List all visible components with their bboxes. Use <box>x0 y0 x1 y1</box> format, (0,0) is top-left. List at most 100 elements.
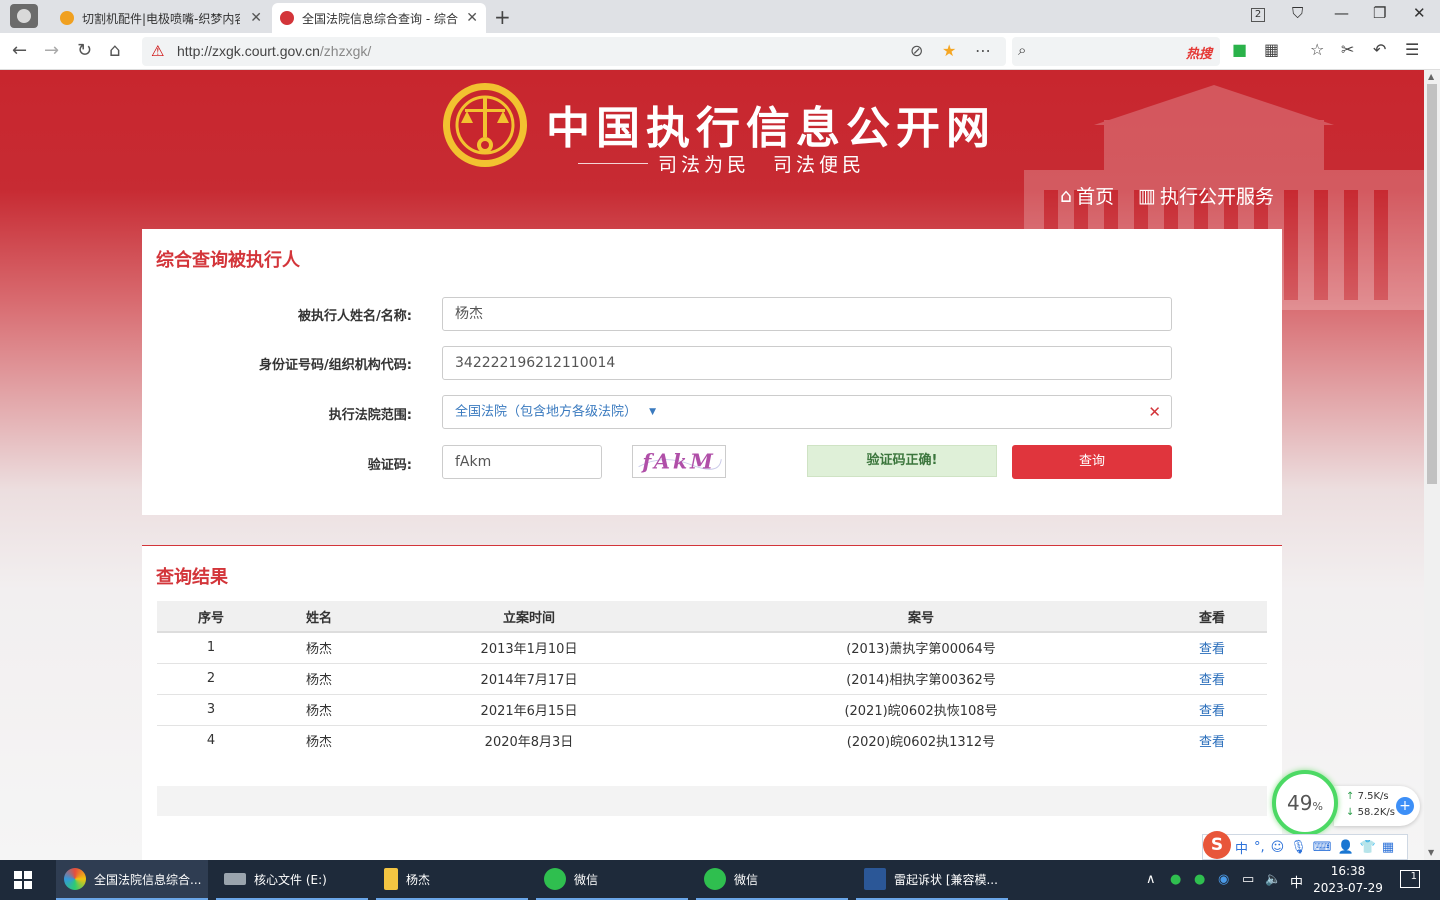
notification-count: 1 <box>1410 871 1417 882</box>
tab-title: 切割机配件|电极喷嘴-织梦内容 <box>82 11 240 26</box>
tray-wechat-icon[interactable]: ● <box>1170 872 1181 887</box>
tab-close-icon[interactable]: ✕ <box>466 10 478 26</box>
grid-icon[interactable]: ▦ <box>1382 840 1394 855</box>
insecure-site-icon[interactable]: ⚠ <box>151 42 164 60</box>
reload-button[interactable]: ↻ <box>77 40 92 61</box>
boost-plus-icon[interactable]: + <box>1396 797 1414 815</box>
court-label: 执行法院范围: <box>328 408 412 423</box>
extension-icon[interactable]: ■ <box>1232 40 1247 59</box>
browser-tab-1[interactable]: 切割机配件|电极喷嘴-织梦内容 ✕ <box>52 3 270 33</box>
results-panel: 查询结果 序号 姓名 立案时间 案号 查看 1 杨杰 2013年1月10日 (2… <box>142 545 1282 860</box>
scissors-icon[interactable]: ✂ <box>1341 40 1354 59</box>
tab-count-badge[interactable]: 2 <box>1251 8 1265 22</box>
taskbar-item-wechat-2[interactable]: 微信 <box>696 860 848 900</box>
tray-app-icon[interactable]: ◉ <box>1218 872 1229 887</box>
windows-start-icon[interactable] <box>14 871 32 889</box>
tab-favicon-icon <box>60 11 74 25</box>
favorites-icon[interactable]: ☆ <box>1310 40 1324 59</box>
new-tab-button[interactable]: + <box>494 5 511 29</box>
pagination-bar <box>157 786 1267 816</box>
user-icon[interactable]: 👤 <box>1338 840 1354 855</box>
undo-icon[interactable]: ↶ <box>1373 40 1386 59</box>
slogan-text: 司法为民 司法便民 <box>658 154 866 176</box>
tray-wechat-icon[interactable]: ● <box>1194 872 1205 887</box>
minimize-button[interactable]: — <box>1334 4 1349 22</box>
folder-icon <box>384 868 398 890</box>
court-select[interactable]: 全国法院（包含地方各级法院） ▼ ✕ <box>442 395 1172 429</box>
cell-date: 2020年8月3日 <box>484 735 574 751</box>
captcha-input[interactable]: fAkm <box>442 445 602 479</box>
browser-app-icon <box>64 868 86 890</box>
nav-home-link[interactable]: ⌂ 首页 <box>1060 182 1114 209</box>
sogou-logo-icon[interactable]: S <box>1203 831 1231 859</box>
apps-grid-icon[interactable]: ▦ <box>1264 40 1279 59</box>
tab-pin-icon[interactable]: ⛉ <box>1292 4 1303 22</box>
table-row: 4 杨杰 2020年8月3日 (2020)皖0602执1312号 查看 <box>157 725 1267 756</box>
close-window-button[interactable]: ✕ <box>1413 4 1426 22</box>
chevron-down-icon[interactable]: ▼ <box>649 407 656 417</box>
microphone-icon[interactable]: 🎙 <box>1290 840 1307 855</box>
col-header-case: 案号 <box>685 601 1157 633</box>
table-header-row: 序号 姓名 立案时间 案号 查看 <box>157 601 1267 633</box>
compass-icon[interactable]: ⊘ <box>910 41 923 60</box>
query-button[interactable]: 查询 <box>1012 445 1172 479</box>
keyboard-icon[interactable]: ⌨ <box>1313 840 1332 855</box>
memory-percent-unit: % <box>1312 800 1323 813</box>
memory-percent-gauge[interactable]: 49% <box>1272 770 1338 836</box>
more-icon[interactable]: ⋯ <box>975 41 991 60</box>
id-input[interactable]: 342222196212110014 <box>442 346 1172 380</box>
volume-icon[interactable]: 🔈 <box>1265 872 1281 887</box>
taskbar-item-wechat-1[interactable]: 微信 <box>536 860 688 900</box>
clear-icon[interactable]: ✕ <box>1148 396 1161 428</box>
hot-search-label[interactable]: 热搜 <box>1186 43 1212 62</box>
tab-close-icon[interactable]: ✕ <box>250 10 262 26</box>
notification-center-icon[interactable]: 1 <box>1400 870 1420 888</box>
scroll-down-icon[interactable]: ▼ <box>1428 848 1434 857</box>
punctuation-icon[interactable]: °, <box>1254 840 1265 855</box>
browser-menu-icon[interactable] <box>10 4 38 28</box>
taskbar-item-label: 雷起诉状 [兼容模... <box>894 872 998 887</box>
view-link[interactable]: 查看 <box>1157 632 1267 664</box>
nav-home-label: 首页 <box>1076 186 1115 208</box>
taskbar-item-explorer[interactable]: 核心文件 (E:) <box>216 860 368 900</box>
back-button[interactable]: ← <box>12 40 27 61</box>
system-clock[interactable]: 16:38 2023-07-29 <box>1310 863 1386 897</box>
home-button[interactable]: ⌂ <box>109 40 120 61</box>
cell-date: 2021年6月15日 <box>373 694 685 726</box>
url-text[interactable]: http://zxgk.court.gov.cn/zhzxgk/ <box>177 43 371 59</box>
page-scrollbar[interactable]: ▲ ▼ <box>1424 70 1440 860</box>
view-link[interactable]: 查看 <box>1157 663 1267 695</box>
view-link[interactable]: 查看 <box>1157 694 1267 726</box>
restore-button[interactable]: ❐ <box>1373 4 1386 22</box>
forward-button[interactable]: → <box>44 40 59 61</box>
search-box[interactable]: ⌕ 热搜 <box>1012 37 1220 66</box>
network-speed-widget[interactable]: ↑ 7.5K/s ↓ 58.2K/s + 49% <box>1272 770 1422 838</box>
browser-tab-2[interactable]: 全国法院信息综合查询 - 综合 ✕ <box>272 3 486 33</box>
network-icon[interactable]: ▭ <box>1242 872 1254 887</box>
scroll-up-icon[interactable]: ▲ <box>1428 72 1434 81</box>
skin-icon[interactable]: 👕 <box>1360 840 1376 855</box>
name-input[interactable]: 杨杰 <box>442 297 1172 331</box>
menu-icon[interactable]: ☰ <box>1405 40 1419 59</box>
scrollbar-thumb[interactable] <box>1427 84 1437 484</box>
ime-mode[interactable]: 中 <box>1235 838 1248 857</box>
taskbar-item-label: 微信 <box>734 872 759 887</box>
ime-toolbar[interactable]: S 中 °, ☺ 🎙 ⌨ 👤 👕 ▦ <box>1202 831 1408 860</box>
nav-service-link[interactable]: ▥ 执行公开服务 <box>1138 182 1274 209</box>
taskbar-item-browser[interactable]: 全国法院信息综合... <box>56 860 208 900</box>
taskbar-item-word[interactable]: 雷起诉状 [兼容模... <box>856 860 1008 900</box>
cell-no: 1 <box>157 632 265 664</box>
site-title: 中国执行信息公开网 <box>546 103 996 154</box>
view-link[interactable]: 查看 <box>1157 725 1267 756</box>
emoji-icon[interactable]: ☺ <box>1271 840 1285 855</box>
taskbar-item-folder[interactable]: 杨杰 <box>376 860 528 900</box>
address-toolbar: ← → ↻ ⌂ ⚠ http://zxgk.court.gov.cn/zhzxg… <box>0 33 1440 70</box>
tray-expand-icon[interactable]: ∧ <box>1146 872 1156 887</box>
bookmark-star-icon[interactable]: ★ <box>942 41 956 60</box>
ime-indicator[interactable]: 中 <box>1290 872 1303 891</box>
cell-no: 4 <box>206 733 216 749</box>
captcha-image[interactable]: fAkM <box>632 445 726 478</box>
url-bar[interactable]: ⚠ http://zxgk.court.gov.cn/zhzxgk/ ⊘ ★ ⋯ <box>142 37 1006 66</box>
clock-time: 16:38 <box>1330 864 1366 878</box>
nav-service-label: 执行公开服务 <box>1159 186 1274 208</box>
